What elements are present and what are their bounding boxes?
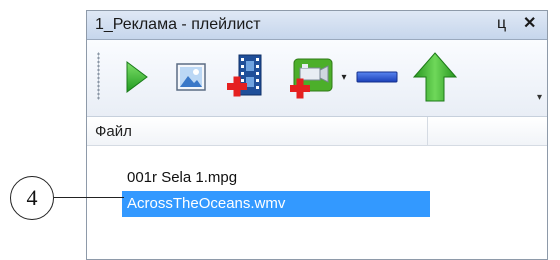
image-icon: [176, 63, 206, 91]
toolbar-grip-icon[interactable]: [97, 52, 100, 100]
play-icon: [126, 61, 148, 93]
playlist-panel: 1_Реклама - плейлист ц ✕ ▾ ▾ Файл 001r S…: [86, 10, 548, 260]
column-header-empty[interactable]: [428, 117, 547, 146]
close-icon[interactable]: ✕: [523, 15, 536, 33]
callout-marker: 4: [10, 176, 54, 220]
callout-leader-line: [54, 197, 124, 198]
column-header-label: Файл: [95, 123, 132, 140]
list-item-selected[interactable]: AcrossTheOceans.wmv: [122, 191, 430, 217]
arrow-up-icon: [412, 52, 458, 102]
list-item[interactable]: 001r Sela 1.mpg: [122, 165, 430, 191]
image-button[interactable]: [171, 56, 211, 98]
play-button[interactable]: [117, 55, 157, 99]
add-camera-button[interactable]: [287, 54, 337, 102]
move-up-button[interactable]: [411, 50, 459, 104]
remove-button[interactable]: [355, 60, 399, 94]
camera-add-icon: [290, 58, 333, 99]
camera-dropdown-arrow-icon[interactable]: ▾: [339, 70, 349, 84]
toolbar: ▾ ▾: [87, 40, 547, 117]
callout-number: 4: [26, 185, 38, 210]
playlist-grid: Файл 001r Sela 1.mpg AcrossTheOceans.wmv: [87, 117, 547, 259]
film-add-icon: [227, 54, 262, 97]
add-video-button[interactable]: [223, 52, 269, 102]
toolbar-overflow-icon[interactable]: ▾: [537, 92, 542, 103]
column-header-file[interactable]: Файл: [87, 117, 428, 146]
panel-titlebar: 1_Реклама - плейлист ц ✕: [87, 11, 547, 40]
pin-icon[interactable]: ц: [497, 15, 506, 33]
panel-title: 1_Реклама - плейлист: [95, 16, 261, 33]
minus-icon: [356, 71, 398, 83]
